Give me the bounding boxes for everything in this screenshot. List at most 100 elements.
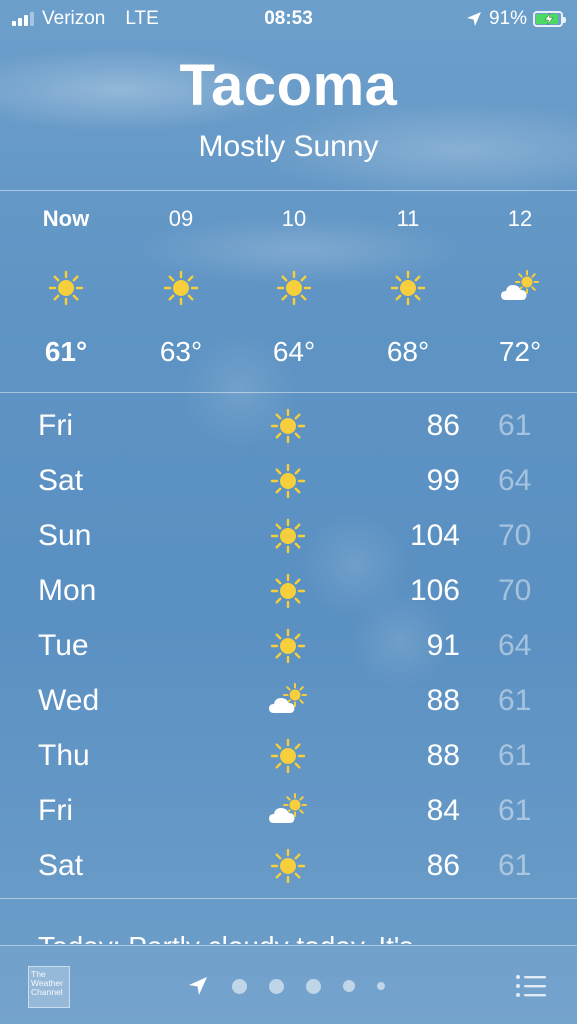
sun-icon (390, 270, 426, 306)
status-right: 91% (465, 8, 566, 30)
hour-temperature: 72° (498, 336, 542, 367)
partly-cloudy-icon (269, 683, 307, 713)
sun-icon (270, 628, 306, 664)
bottom-toolbar: The Weather Channel (0, 945, 577, 1024)
day-name: Tue (38, 629, 89, 662)
hourly-item: 10 64° (239, 190, 349, 392)
daily-row: Sun 104 70 (0, 510, 577, 565)
weather-channel-logo[interactable]: The Weather Channel (28, 966, 70, 1008)
high-temperature: 86 (426, 849, 460, 882)
day-icon-wrap (268, 736, 308, 776)
high-temperature: 91 (426, 629, 460, 662)
sun-icon (276, 270, 312, 306)
hourly-forecast[interactable]: Now 61° 09 63° 10 64° 11 68° 12 72° (0, 190, 577, 392)
sun-icon (270, 738, 306, 774)
partly-cloudy-icon (269, 793, 307, 823)
day-name: Wed (38, 684, 100, 717)
partly-cloudy-icon (501, 270, 539, 300)
day-name: Fri (38, 409, 73, 442)
hour-temperature: 63° (159, 336, 203, 367)
location-services-icon (466, 12, 481, 26)
page-dot[interactable] (232, 978, 247, 994)
page-dot[interactable] (377, 982, 385, 990)
sun-icon (163, 270, 199, 306)
day-name: Sat (38, 849, 84, 882)
sun-icon (48, 270, 84, 306)
daily-row: Sat 86 61 (0, 840, 577, 895)
sun-icon (270, 573, 306, 609)
hour-icon-wrap (500, 268, 540, 308)
charging-bolt-icon (544, 13, 554, 25)
low-temperature: 70 (498, 574, 532, 607)
page-dot[interactable] (306, 978, 321, 994)
status-bar: Verizon LTE 08:53 91% (0, 0, 577, 38)
page-dot[interactable] (269, 978, 284, 994)
daily-row: Fri 84 61 (0, 785, 577, 840)
day-name: Fri (38, 794, 73, 827)
battery-percent: 91% (488, 8, 527, 29)
divider (0, 392, 577, 393)
low-temperature: 64 (498, 629, 532, 662)
page-dot[interactable] (343, 980, 355, 992)
day-icon-wrap (268, 791, 308, 831)
battery-level (536, 13, 558, 25)
high-temperature: 104 (409, 519, 460, 552)
hourly-item: Now 61° (11, 190, 121, 392)
hour-label: 12 (507, 206, 533, 231)
hour-icon-wrap (388, 268, 428, 308)
daily-row: Fri 86 61 (0, 400, 577, 455)
sun-icon (270, 408, 306, 444)
low-temperature: 64 (498, 464, 532, 497)
daily-row: Mon 106 70 (0, 565, 577, 620)
low-temperature: 61 (498, 409, 532, 442)
hour-label: 10 (281, 206, 307, 231)
day-icon-wrap (268, 626, 308, 666)
low-temperature: 61 (498, 849, 532, 882)
day-icon-wrap (268, 461, 308, 501)
sun-icon (270, 518, 306, 554)
day-name: Thu (38, 739, 90, 772)
low-temperature: 61 (498, 684, 532, 717)
daily-row: Tue 91 64 (0, 620, 577, 675)
high-temperature: 86 (426, 409, 460, 442)
high-temperature: 84 (426, 794, 460, 827)
low-temperature: 61 (498, 739, 532, 772)
day-icon-wrap (268, 681, 308, 721)
hour-label: 09 (168, 206, 194, 231)
hour-label: 11 (396, 206, 420, 231)
day-name: Sat (38, 464, 84, 497)
daily-row: Sat 99 64 (0, 455, 577, 510)
day-name: Sun (38, 519, 92, 552)
low-temperature: 70 (498, 519, 532, 552)
daily-row: Wed 88 61 (0, 675, 577, 730)
day-icon-wrap (268, 846, 308, 886)
current-condition: Mostly Sunny (198, 130, 379, 163)
daily-row: Thu 88 61 (0, 730, 577, 785)
current-location-icon (189, 977, 207, 995)
sun-icon (270, 463, 306, 499)
hourly-item: 12 72° (465, 190, 575, 392)
hour-temperature: 61° (44, 336, 88, 367)
day-icon-wrap (268, 516, 308, 556)
hour-icon-wrap (161, 268, 201, 308)
low-temperature: 61 (498, 794, 532, 827)
high-temperature: 99 (426, 464, 460, 497)
hour-label: Now (42, 206, 90, 231)
high-temperature: 88 (426, 684, 460, 717)
day-name: Mon (38, 574, 97, 607)
hour-temperature: 68° (386, 336, 430, 367)
city-list-icon[interactable] (515, 973, 547, 999)
sun-icon (270, 848, 306, 884)
high-temperature: 88 (426, 739, 460, 772)
hour-icon-wrap (46, 268, 86, 308)
hour-temperature: 64° (272, 336, 316, 367)
day-icon-wrap (268, 571, 308, 611)
today-summary: Today: Partly cloudy today. It's (0, 899, 577, 944)
city-name: Tacoma (179, 53, 398, 118)
high-temperature: 106 (409, 574, 460, 607)
battery-icon (533, 11, 566, 27)
hourly-item: 09 63° (126, 190, 236, 392)
hour-icon-wrap (274, 268, 314, 308)
page-indicator[interactable] (186, 974, 385, 998)
day-icon-wrap (268, 406, 308, 446)
